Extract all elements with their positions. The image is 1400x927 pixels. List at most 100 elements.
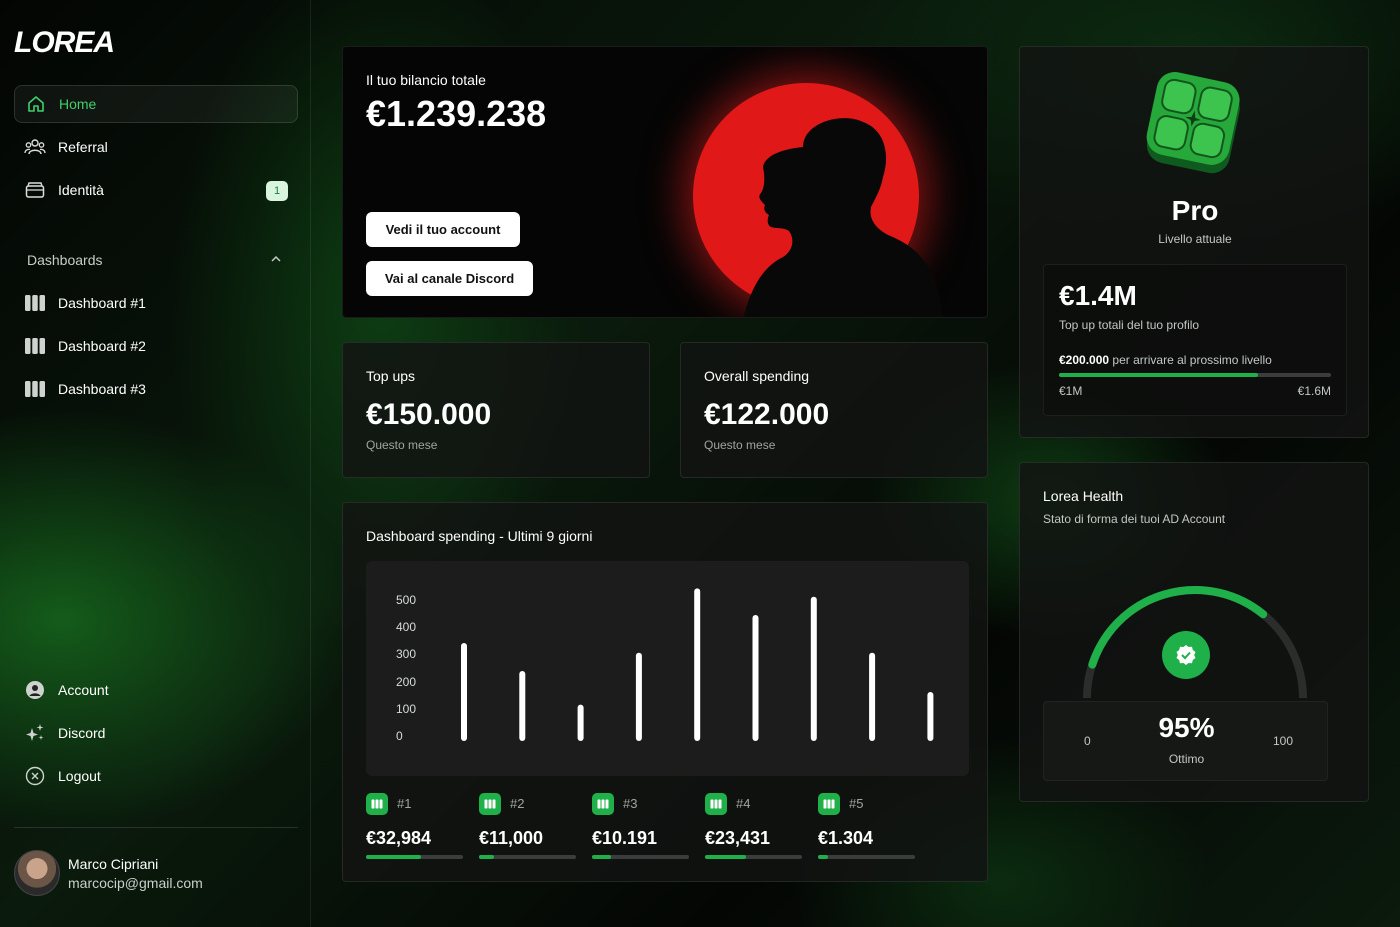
columns-icon bbox=[24, 378, 46, 400]
account-item[interactable]: #3 €10.191 bbox=[592, 793, 689, 863]
sidebar: LOREA Home Referral Identità 1 Dashboard… bbox=[0, 0, 311, 927]
topups-sub: Questo mese bbox=[366, 438, 438, 452]
sidebar-item-discord[interactable]: Discord bbox=[14, 714, 298, 752]
sidebar-item-identita[interactable]: Identità 1 bbox=[14, 171, 298, 209]
user-profile[interactable]: Marco Cipriani marcocip@gmail.com bbox=[14, 850, 203, 896]
account-progress-bar bbox=[479, 855, 576, 859]
health-sub: Stato di forma dei tuoi AD Account bbox=[1043, 512, 1226, 526]
level-next-label: per arrivare al prossimo livello bbox=[1112, 353, 1272, 367]
sidebar-item-dashboard-1[interactable]: Dashboard #1 bbox=[14, 284, 298, 322]
account-item[interactable]: #2 €11,000 bbox=[479, 793, 576, 863]
sidebar-item-dashboard-3[interactable]: Dashboard #3 bbox=[14, 370, 298, 408]
sidebar-item-label: Dashboard #2 bbox=[58, 338, 146, 354]
chart-bar[interactable] bbox=[461, 643, 467, 741]
wallet-icon bbox=[24, 179, 46, 201]
columns-icon bbox=[24, 335, 46, 357]
account-id: #4 bbox=[736, 796, 751, 811]
health-title: Lorea Health bbox=[1043, 488, 1124, 504]
bar-chart bbox=[461, 588, 934, 741]
account-progress-bar bbox=[366, 855, 463, 859]
topups-value: €150.000 bbox=[366, 398, 492, 431]
account-progress-fill bbox=[592, 855, 612, 859]
sidebar-item-referral[interactable]: Referral bbox=[14, 128, 298, 166]
level-progress-bar bbox=[1059, 373, 1331, 377]
health-value-panel: 0 95% Ottimo 100 bbox=[1043, 701, 1328, 781]
level-progress-fill bbox=[1059, 373, 1258, 377]
chevron-up-icon[interactable] bbox=[270, 252, 282, 266]
level-sub: Livello attuale bbox=[1158, 232, 1232, 246]
chart-bar[interactable] bbox=[810, 596, 817, 741]
sidebar-item-home[interactable]: Home bbox=[14, 85, 298, 123]
spending-card: Overall spending €122.000 Questo mese bbox=[680, 342, 988, 478]
user-name: Marco Cipriani bbox=[68, 855, 159, 872]
account-progress-bar bbox=[592, 855, 689, 859]
account-progress-fill bbox=[366, 855, 422, 859]
x-circle-icon bbox=[24, 765, 46, 787]
health-status: Ottimo bbox=[1168, 752, 1205, 766]
sidebar-item-logout[interactable]: Logout bbox=[14, 757, 298, 795]
chart-bar[interactable] bbox=[869, 652, 876, 741]
topups-card: Top ups €150.000 Questo mese bbox=[342, 342, 650, 478]
sidebar-item-label: Account bbox=[58, 682, 109, 698]
gauge-max: 100 bbox=[1272, 734, 1293, 748]
account-item[interactable]: #5 €1.304 bbox=[818, 793, 915, 863]
account-value: €32,984 bbox=[366, 828, 432, 848]
sparkles-icon bbox=[24, 722, 46, 744]
account-icon bbox=[592, 793, 614, 815]
sidebar-item-label: Dashboard #3 bbox=[58, 381, 146, 397]
spending-value: €122.000 bbox=[704, 398, 830, 431]
health-card: Lorea Health Stato di forma dei tuoi AD … bbox=[1019, 462, 1369, 802]
check-badge-icon bbox=[1162, 631, 1210, 679]
account-id: #3 bbox=[623, 796, 638, 811]
chart-card: Dashboard spending - Ultimi 9 giorni 500… bbox=[342, 502, 988, 882]
account-progress-fill bbox=[818, 855, 828, 859]
user-circle-icon bbox=[24, 679, 46, 701]
chart-bar[interactable] bbox=[635, 652, 642, 741]
discord-channel-button[interactable]: Vai al canale Discord bbox=[366, 261, 533, 296]
account-icon bbox=[366, 793, 388, 815]
account-id: #2 bbox=[510, 796, 525, 811]
spending-sub: Questo mese bbox=[704, 438, 776, 452]
logo[interactable]: LOREA bbox=[14, 26, 115, 60]
silhouette-image bbox=[743, 118, 943, 317]
chart-bar[interactable] bbox=[694, 588, 701, 741]
chart-title: Dashboard spending - Ultimi 9 giorni bbox=[366, 528, 593, 544]
level-next-amount: €200.000 bbox=[1059, 353, 1110, 367]
account-icon bbox=[818, 793, 840, 815]
sidebar-item-label: Logout bbox=[58, 768, 101, 784]
sidebar-item-label: Identità bbox=[58, 182, 104, 198]
level-next-text: €200.000 per arrivare al prossimo livell… bbox=[1059, 353, 1272, 367]
account-value: €11,000 bbox=[479, 828, 544, 848]
users-icon bbox=[24, 136, 46, 158]
avatar bbox=[14, 850, 60, 896]
sidebar-item-label: Referral bbox=[58, 139, 108, 155]
view-account-button[interactable]: Vedi il tuo account bbox=[366, 212, 520, 247]
account-id: #5 bbox=[849, 796, 864, 811]
sidebar-item-label: Dashboard #1 bbox=[58, 295, 146, 311]
account-icon bbox=[705, 793, 727, 815]
level-total: €1.4M bbox=[1059, 280, 1137, 311]
balance-value: €1.239.238 bbox=[366, 93, 547, 134]
level-badge-icon bbox=[1146, 72, 1240, 174]
notification-badge: 1 bbox=[266, 181, 288, 201]
level-name: Pro bbox=[1171, 195, 1219, 226]
balance-card: Il tuo bilancio totale €1.239.238 Vedi i… bbox=[342, 46, 988, 318]
chart-bar[interactable] bbox=[519, 671, 526, 741]
columns-icon bbox=[24, 292, 46, 314]
sidebar-item-dashboard-2[interactable]: Dashboard #2 bbox=[14, 327, 298, 365]
chart-bar[interactable] bbox=[927, 692, 934, 741]
balance-label: Il tuo bilancio totale bbox=[366, 72, 486, 88]
account-value: €10.191 bbox=[592, 828, 658, 848]
sidebar-item-account[interactable]: Account bbox=[14, 671, 298, 709]
chart-bar[interactable] bbox=[752, 615, 759, 741]
account-id: #1 bbox=[397, 796, 412, 811]
topups-title: Top ups bbox=[366, 368, 416, 384]
account-item[interactable]: #1 €32,984 bbox=[366, 793, 463, 863]
chart-bar[interactable] bbox=[577, 704, 584, 741]
home-icon bbox=[25, 93, 47, 115]
spending-title: Overall spending bbox=[704, 368, 810, 384]
account-item[interactable]: #4 €23,431 bbox=[705, 793, 802, 863]
account-value: €23,431 bbox=[705, 828, 771, 848]
account-progress-fill bbox=[705, 855, 746, 859]
level-card: Pro Livello attuale €1.4M Top up totali … bbox=[1019, 46, 1369, 438]
